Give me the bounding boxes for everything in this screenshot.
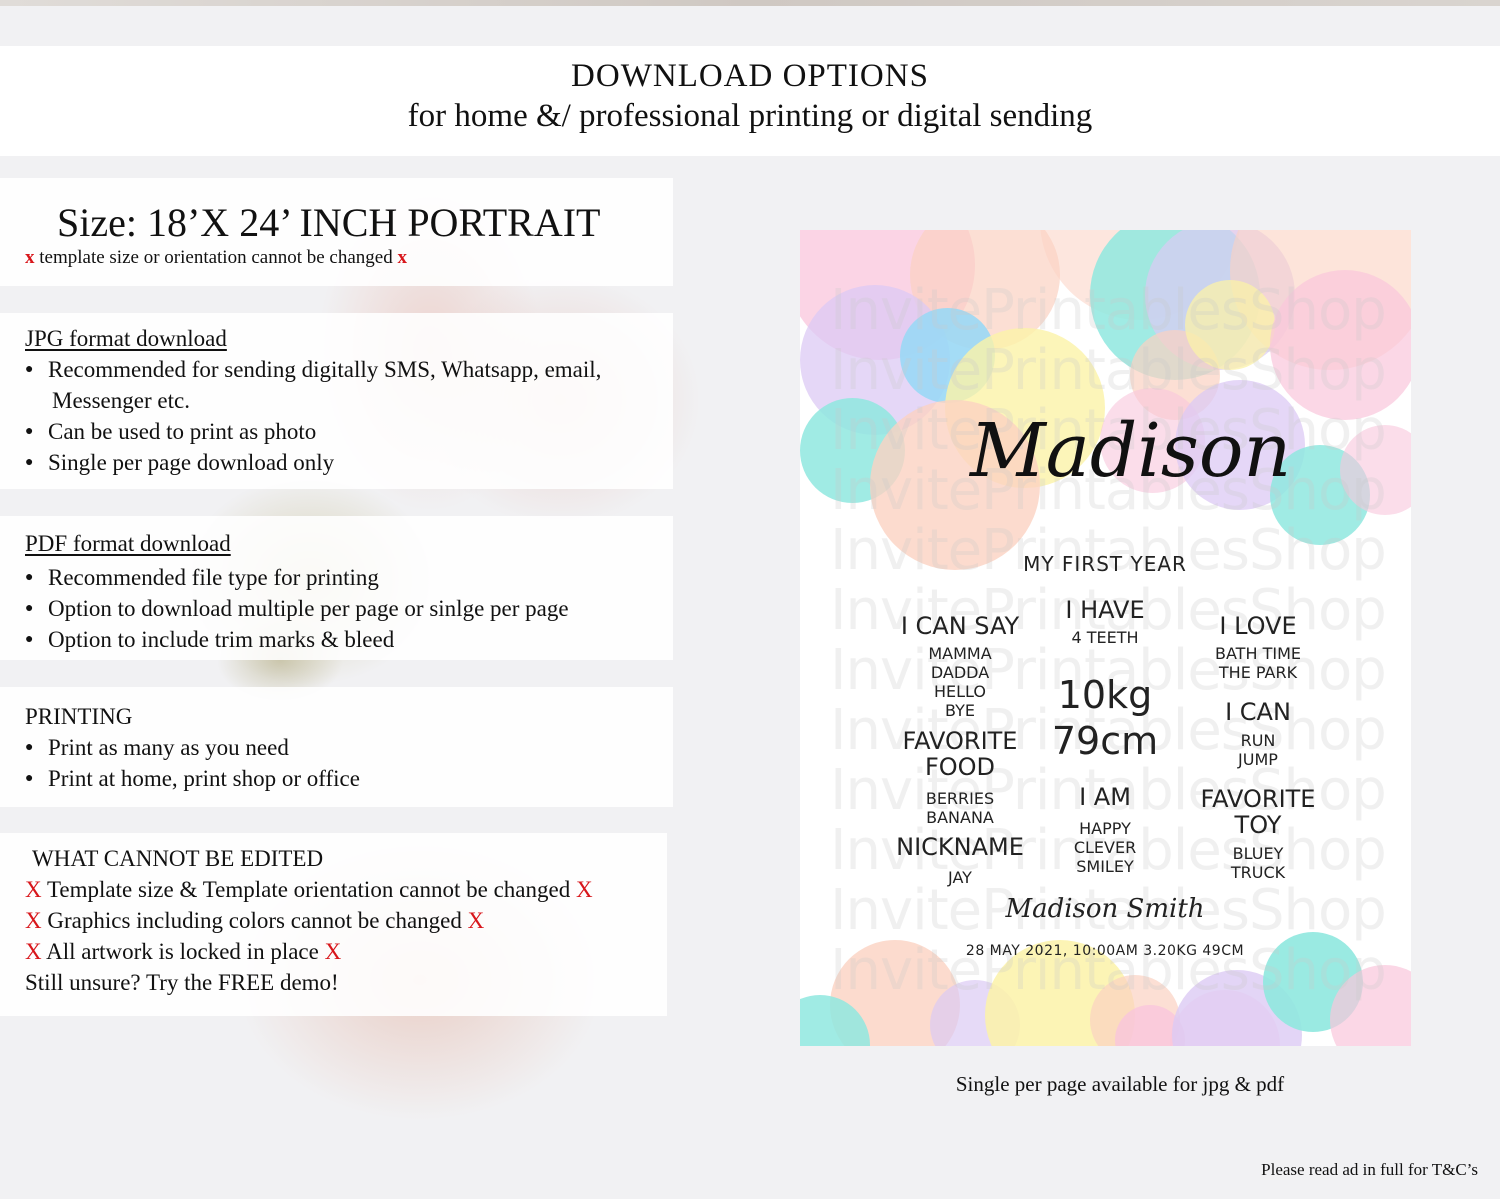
i-love-list: BATH TIME THE PARK (1215, 644, 1301, 682)
list-item: Print at home, print shop or office (25, 763, 673, 794)
list-item: Recommended file type for printing (25, 562, 673, 593)
list-item: Single per page download only (25, 447, 673, 478)
list-item: Option to download multiple per page or … (25, 593, 673, 624)
favorite-toy-heading: FAVORITE TOY (1200, 785, 1316, 839)
i-can-heading: I CAN (1225, 698, 1291, 726)
list-item: X All artwork is locked in place X (25, 939, 342, 964)
watermark-text: InvitePrintablesShop (830, 338, 1387, 403)
list-item: X Template size & Template orientation c… (25, 877, 593, 902)
x-icon: X (324, 939, 342, 964)
pdf-heading: PDF format download (25, 531, 231, 556)
list-item: Option to include trim marks & bleed (25, 624, 673, 655)
printing-heading: PRINTING (25, 704, 133, 729)
x-icon: x (25, 247, 35, 268)
size-note: x template size or orientation cannot be… (0, 246, 673, 270)
nickname-value: JAY (948, 868, 972, 887)
list-item: Can be used to print as photo (25, 416, 673, 447)
size-title: Size: 18’X 24’ INCH PORTRAIT (57, 200, 601, 245)
header-title: DOWNLOAD OPTIONS (571, 58, 929, 94)
birth-details: 28 MAY 2021, 10:00AM 3.20KG 49CM (965, 943, 1245, 959)
pdf-panel: PDF format download Recommended file typ… (0, 516, 673, 660)
i-love-heading: I LOVE (1219, 612, 1297, 640)
x-icon: x (397, 247, 407, 268)
demo-note: Still unsure? Try the FREE demo! (25, 970, 339, 995)
x-icon: X (25, 877, 42, 902)
i-can-list: RUN JUMP (1238, 731, 1278, 769)
header-subtitle: for home &/ professional printing or dig… (407, 98, 1093, 134)
size-note-text: template size or orientation cannot be c… (39, 247, 393, 268)
header-banner: DOWNLOAD OPTIONS for home &/ professiona… (0, 46, 1500, 156)
jpg-panel: JPG format download Recommended for send… (0, 313, 673, 489)
size-panel: Size: 18’X 24’ INCH PORTRAIT x template … (0, 178, 673, 286)
jpg-heading: JPG format download (25, 326, 227, 351)
poster-caption: Single per page available for jpg & pdf (955, 1072, 1285, 1096)
x-icon: X (25, 908, 42, 933)
poster-subtitle: MY FIRST YEAR (1023, 552, 1187, 576)
watermark-text: InvitePrintablesShop (830, 278, 1387, 343)
list-item: X Graphics including colors cannot be ch… (25, 908, 485, 933)
list-item: Recommended for sending digitally SMS, W… (25, 354, 673, 385)
top-strip (0, 0, 1500, 6)
favorite-toy-list: BLUEY TRUCK (1230, 844, 1286, 882)
list-item: Print as many as you need (25, 732, 673, 763)
cannot-edit-heading: WHAT CANNOT BE EDITED (32, 846, 324, 871)
x-icon: X (467, 908, 485, 933)
cannot-edit-panel: WHAT CANNOT BE EDITED X Template size & … (0, 833, 667, 1016)
footer-note: Please read ad in full for T&C’s (1261, 1160, 1478, 1179)
x-icon: X (575, 877, 593, 902)
poster-name: Madison (970, 408, 1292, 494)
list-item-continuation: Messenger etc. (52, 388, 190, 413)
x-icon: X (25, 939, 42, 964)
poster-preview: InvitePrintablesShop InvitePrintablesSho… (800, 230, 1411, 1046)
height-value: 79cm (1051, 719, 1159, 763)
signature: Madison Smith (1005, 894, 1205, 924)
printing-panel: PRINTING Print as many as you need Print… (0, 687, 673, 807)
